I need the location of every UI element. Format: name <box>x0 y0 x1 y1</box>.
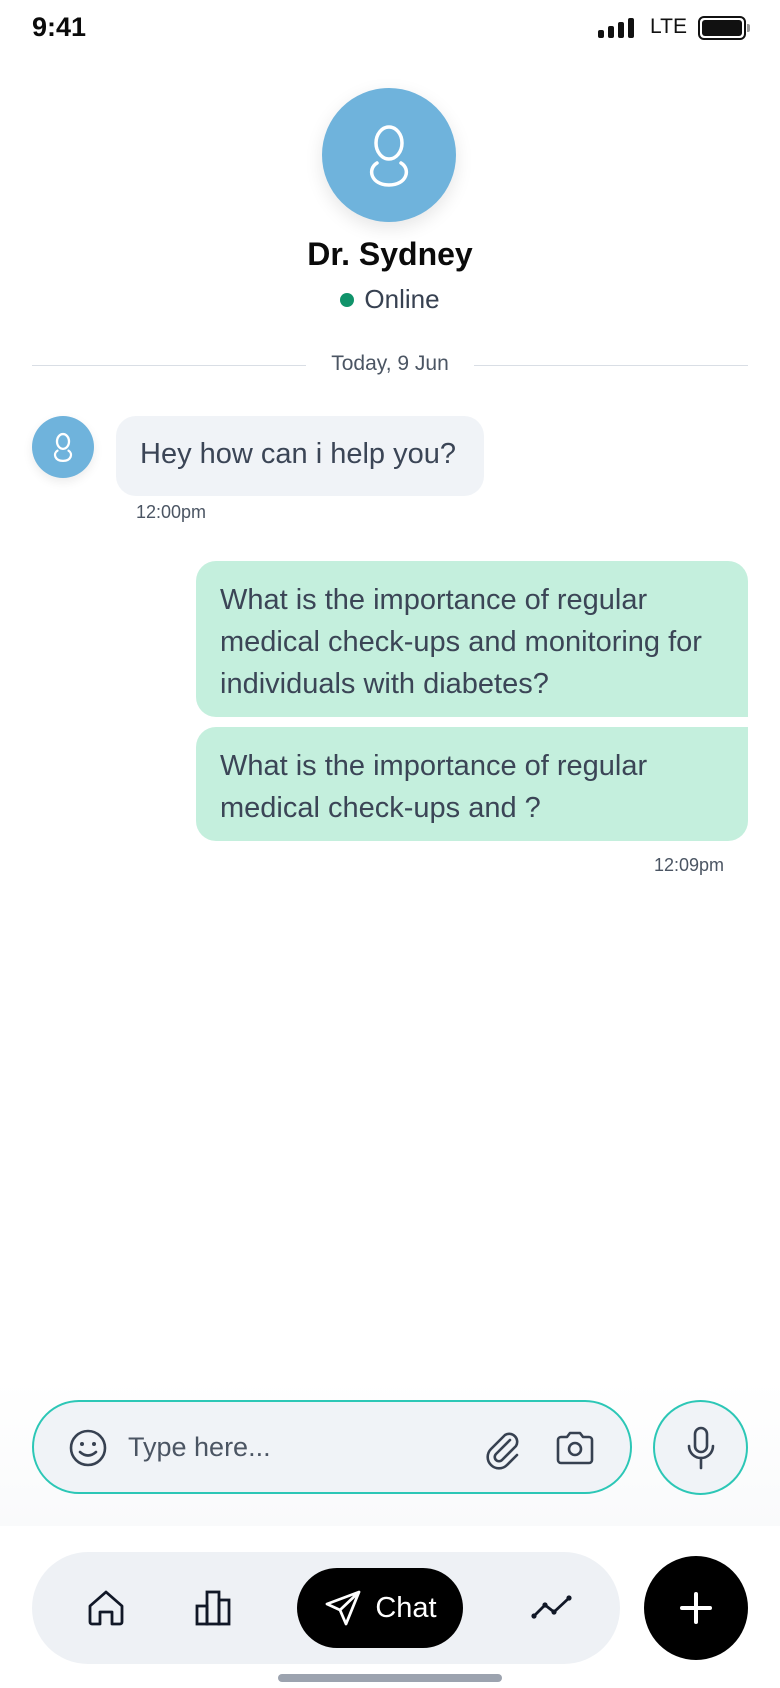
home-indicator <box>278 1674 502 1682</box>
message-composer <box>32 1400 632 1494</box>
message-bubble-incoming[interactable]: Hey how can i help you? <box>116 416 484 496</box>
nav-chat-label: Chat <box>375 1591 437 1624</box>
online-status-label: Online <box>364 284 440 314</box>
paperclip-icon[interactable] <box>480 1426 524 1475</box>
microphone-icon <box>687 1426 714 1469</box>
voice-record-button[interactable] <box>653 1400 748 1495</box>
nav-chat[interactable]: Chat <box>297 1568 463 1648</box>
camera-icon[interactable] <box>554 1428 596 1473</box>
online-dot <box>340 292 355 307</box>
doctor-name: Dr. Sydney <box>307 236 473 272</box>
message-time: 12:00pm <box>136 502 207 522</box>
send-icon <box>325 1590 361 1626</box>
add-button[interactable] <box>644 1556 748 1660</box>
bottom-nav: Chat <box>32 1552 620 1664</box>
smile-icon[interactable] <box>68 1428 108 1473</box>
status-bar: 9:41 LTE <box>0 0 780 60</box>
plus-icon <box>680 1592 712 1624</box>
user-icon <box>53 432 73 462</box>
status-time: 9:41 <box>32 12 87 42</box>
nav-trends[interactable] <box>524 1580 580 1636</box>
nav-stats[interactable] <box>186 1580 242 1636</box>
date-label: Today, 9 Jun <box>331 352 449 375</box>
battery-icon <box>698 16 750 40</box>
nav-home[interactable] <box>78 1580 134 1636</box>
doctor-avatar[interactable] <box>322 88 456 222</box>
signal-icon <box>598 18 634 38</box>
bar-chart-icon <box>195 1590 231 1626</box>
home-icon <box>88 1590 124 1626</box>
online-status: Online <box>0 284 780 315</box>
trend-line-icon <box>531 1595 572 1619</box>
network-label: LTE <box>650 15 687 38</box>
user-icon <box>369 125 409 187</box>
message-bubble-outgoing[interactable]: What is the importance of regular medica… <box>196 561 748 717</box>
message-input[interactable] <box>128 1424 398 1470</box>
message-bubble-outgoing[interactable]: What is the importance of regular medica… <box>196 727 748 841</box>
sender-avatar[interactable] <box>32 416 94 478</box>
date-separator: Today, 9 Jun <box>32 352 748 382</box>
message-time: 12:09pm <box>653 855 724 875</box>
